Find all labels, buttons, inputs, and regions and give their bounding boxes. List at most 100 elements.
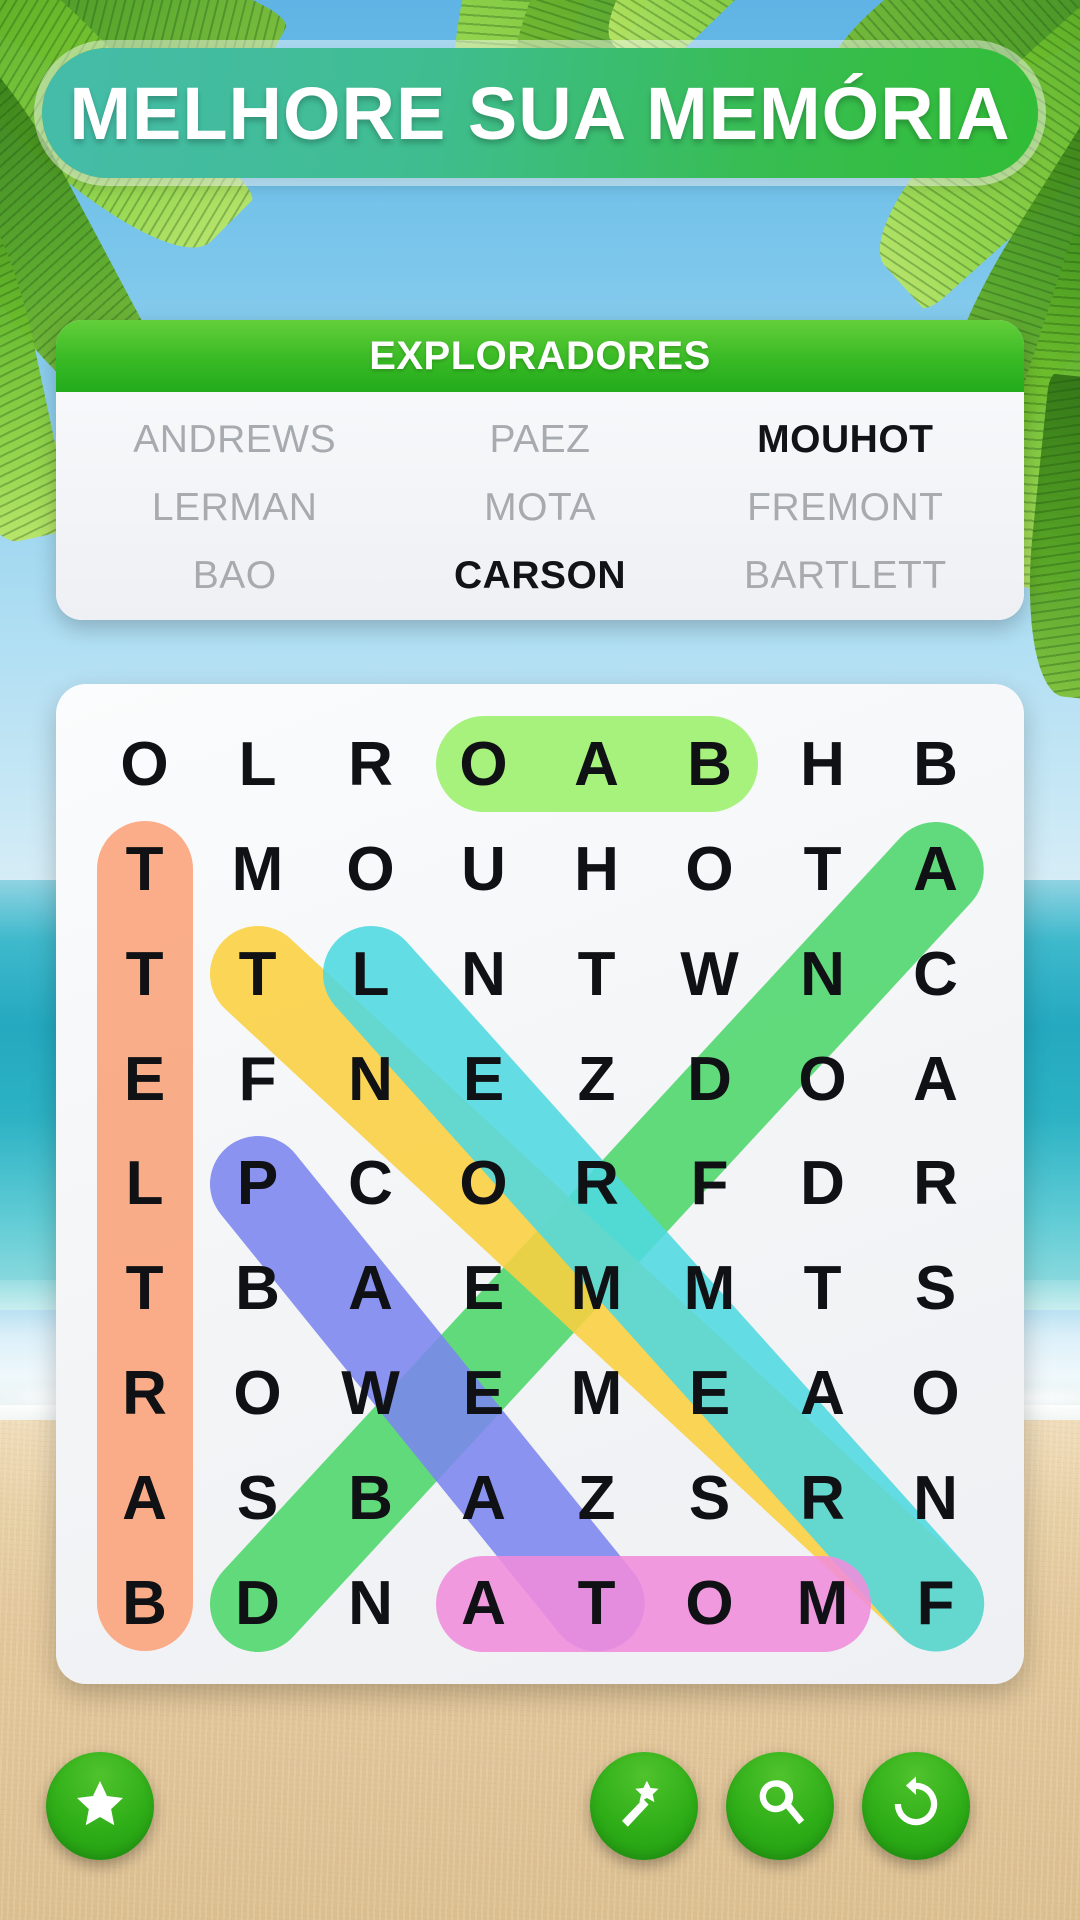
grid-cell[interactable]: F (653, 1132, 766, 1237)
grid-cell[interactable]: O (427, 1132, 540, 1237)
grid-cell[interactable]: T (88, 922, 201, 1027)
restart-button[interactable] (862, 1752, 970, 1860)
grid-cell[interactable]: M (540, 1341, 653, 1446)
grid-cell[interactable]: R (766, 1446, 879, 1551)
grid-cell[interactable]: B (653, 712, 766, 817)
word-list-header: EXPLORADORES (56, 320, 1024, 392)
grid-cell[interactable]: M (201, 817, 314, 922)
grid-cell[interactable]: N (314, 1027, 427, 1132)
promo-banner: MELHORE SUA MEMÓRIA (42, 48, 1038, 178)
grid-cell[interactable]: O (427, 712, 540, 817)
grid-cell[interactable]: N (314, 1551, 427, 1656)
magnifier-icon (751, 1775, 809, 1838)
grid-cell[interactable]: S (879, 1236, 992, 1341)
grid-cell[interactable]: R (879, 1132, 992, 1237)
grid-cell[interactable]: D (766, 1132, 879, 1237)
word-list-row: ANDREWS PAEZ MOUHOT (82, 406, 998, 474)
promo-banner-text: MELHORE SUA MEMÓRIA (69, 71, 1011, 155)
grid-cell[interactable]: W (653, 922, 766, 1027)
grid-cell[interactable]: C (879, 922, 992, 1027)
grid-cell[interactable]: M (540, 1236, 653, 1341)
grid-cell[interactable]: B (88, 1551, 201, 1656)
grid-cell[interactable]: M (653, 1236, 766, 1341)
grid-cell[interactable]: L (201, 712, 314, 817)
grid-cell[interactable]: T (540, 1551, 653, 1656)
grid-cell[interactable]: D (653, 1027, 766, 1132)
word-item: LERMAN (151, 486, 318, 529)
grid-cell[interactable]: R (540, 1132, 653, 1237)
grid-cell[interactable]: E (88, 1027, 201, 1132)
grid-cell[interactable]: A (427, 1446, 540, 1551)
hint-button[interactable] (590, 1752, 698, 1860)
grid-cell[interactable]: D (201, 1551, 314, 1656)
grid-cell[interactable]: O (201, 1341, 314, 1446)
word-list-row: BAO CARSON BARTLETT (82, 542, 998, 610)
game-screen: MELHORE SUA MEMÓRIA EXPLORADORES ANDREWS… (0, 0, 1080, 1920)
grid-cell[interactable]: E (427, 1341, 540, 1446)
word-list-body: ANDREWS PAEZ MOUHOT LERMAN MOTA FREMONT BAO CAR… (56, 392, 1024, 620)
word-item: PAEZ (489, 418, 591, 461)
grid-cell[interactable]: O (653, 1551, 766, 1656)
grid-cell[interactable]: Z (540, 1027, 653, 1132)
grid-cell[interactable]: R (314, 712, 427, 817)
grid-cell[interactable]: O (314, 817, 427, 922)
grid-cell[interactable]: T (88, 817, 201, 922)
grid-cell[interactable]: T (88, 1236, 201, 1341)
word-item: MOUHOT (757, 418, 934, 461)
grid-cell[interactable]: F (201, 1027, 314, 1132)
word-item: CARSON (453, 554, 626, 597)
grid-cell[interactable]: A (540, 712, 653, 817)
grid-cell[interactable]: W (314, 1341, 427, 1446)
grid-cell[interactable]: E (427, 1027, 540, 1132)
grid-cell[interactable]: A (314, 1236, 427, 1341)
grid-cell[interactable]: R (88, 1341, 201, 1446)
word-list-panel: EXPLORADORES ANDREWS PAEZ MOUHOT LERMAN MOTA… (56, 320, 1024, 620)
grid-cell[interactable]: Z (540, 1446, 653, 1551)
grid-cell[interactable]: T (766, 817, 879, 922)
grid-cell[interactable]: T (766, 1236, 879, 1341)
grid-cell[interactable]: N (766, 922, 879, 1027)
grid-cell[interactable]: C (314, 1132, 427, 1237)
grid-cell[interactable]: A (766, 1341, 879, 1446)
magic-wand-icon (615, 1775, 673, 1838)
grid-cell[interactable]: B (879, 712, 992, 817)
word-item: ANDREWS (133, 418, 337, 461)
grid-cell[interactable]: B (314, 1446, 427, 1551)
grid-cell[interactable]: A (879, 1027, 992, 1132)
grid-cell[interactable]: A (427, 1551, 540, 1656)
grid-cell[interactable]: L (88, 1132, 201, 1237)
grid-cell[interactable]: A (879, 817, 992, 922)
grid-cell[interactable]: E (427, 1236, 540, 1341)
grid-cell[interactable]: T (201, 922, 314, 1027)
search-button[interactable] (726, 1752, 834, 1860)
word-item: FREMONT (747, 486, 944, 529)
grid-cell[interactable]: L (314, 922, 427, 1027)
letter-grid-panel[interactable]: OLROABHBTMOUHOTATTLNTWNCEFNEZDOALPCORFDR… (56, 684, 1024, 1684)
grid-cell[interactable]: F (879, 1551, 992, 1656)
grid-cell[interactable]: N (879, 1446, 992, 1551)
grid-cell[interactable]: O (766, 1027, 879, 1132)
grid-cell[interactable]: O (88, 712, 201, 817)
grid-cell[interactable]: P (201, 1132, 314, 1237)
grid-cell[interactable]: O (879, 1341, 992, 1446)
grid-cell[interactable]: A (88, 1446, 201, 1551)
grid-cell[interactable]: H (540, 817, 653, 922)
grid-cell[interactable]: T (540, 922, 653, 1027)
grid-cell[interactable]: S (653, 1446, 766, 1551)
letter-layer[interactable]: OLROABHBTMOUHOTATTLNTWNCEFNEZDOALPCORFDR… (88, 712, 992, 1656)
grid-cell[interactable]: N (427, 922, 540, 1027)
grid-cell[interactable]: S (201, 1446, 314, 1551)
word-list-title: EXPLORADORES (369, 333, 711, 378)
grid-cell[interactable]: H (766, 712, 879, 817)
word-item: MOTA (484, 486, 596, 529)
grid-cell[interactable]: E (653, 1341, 766, 1446)
grid-cell[interactable]: U (427, 817, 540, 922)
rotate-icon (887, 1775, 945, 1838)
grid-cell[interactable]: M (766, 1551, 879, 1656)
word-list-row: LERMAN MOTA FREMONT (82, 474, 998, 542)
grid-cell[interactable]: B (201, 1236, 314, 1341)
grid-cell[interactable]: O (653, 817, 766, 922)
favorite-button[interactable] (46, 1752, 154, 1860)
word-item: BARTLETT (744, 554, 947, 597)
word-item: BAO (192, 554, 277, 597)
